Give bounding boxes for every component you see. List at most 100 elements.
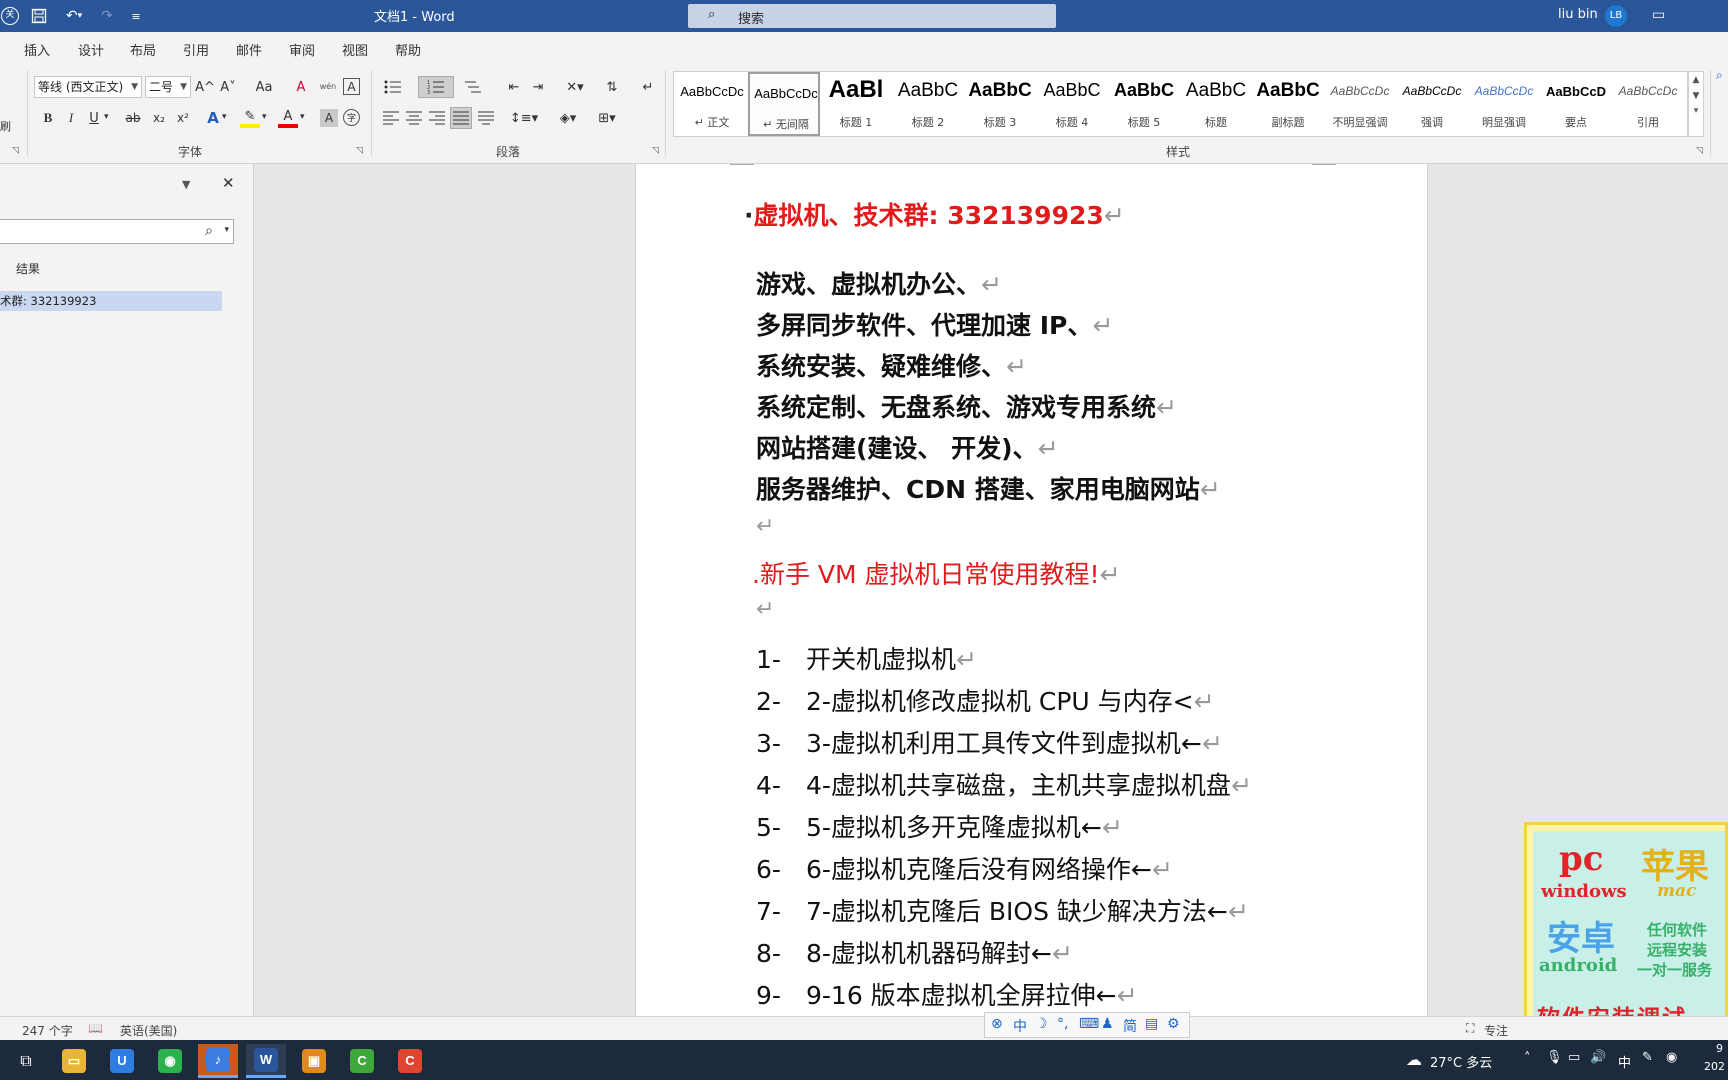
phonetic-guide-button[interactable]: wén	[318, 76, 338, 96]
focus-icon[interactable]: ⛶	[1466, 1021, 1474, 1036]
chevron-down-icon[interactable]: ▾	[300, 112, 305, 122]
redo-icon[interactable]: ↷	[96, 6, 118, 26]
clock-date[interactable]: 202	[1704, 1060, 1725, 1073]
style-heading-3[interactable]: AaBbC 标题 3	[964, 72, 1036, 136]
customize-toolbar-icon[interactable]: ≡	[128, 6, 144, 26]
camtasia-red-icon[interactable]: C	[390, 1044, 430, 1078]
style-emphasis[interactable]: AaBbCcDc 强调	[1396, 72, 1468, 136]
close-icon[interactable]: ✕	[222, 174, 235, 192]
clipboard-launcher-icon[interactable]: ◹	[12, 146, 19, 156]
tab-help[interactable]: 帮助	[395, 40, 421, 59]
task-view-icon[interactable]: ⧉	[6, 1044, 46, 1078]
app-icon[interactable]: U	[102, 1044, 142, 1078]
tab-results[interactable]: 结果	[16, 260, 40, 277]
ime-skin-icon[interactable]: ▤	[1145, 1016, 1158, 1032]
tab-mailings[interactable]: 邮件	[236, 40, 262, 59]
tab-design[interactable]: 设计	[78, 40, 104, 59]
paragraph-dialog-launcher-icon[interactable]: ◹	[652, 146, 659, 156]
notification-app-icon[interactable]: ♪	[198, 1044, 238, 1078]
focus-mode-label[interactable]: 专注	[1484, 1022, 1508, 1039]
sort-icon[interactable]: ⇅	[602, 77, 622, 97]
style-heading-4[interactable]: AaBbC 标题 4	[1036, 72, 1108, 136]
paragraph[interactable]: .新手 VM 虚拟机日常使用教程!↵	[752, 555, 1121, 591]
decrease-indent-icon[interactable]: ⇤	[504, 77, 524, 97]
avatar[interactable]: LB	[1605, 5, 1627, 27]
styles-dialog-launcher-icon[interactable]: ◹	[1696, 146, 1703, 156]
paragraph[interactable]: 多屏同步软件、代理加速 IP、↵	[756, 306, 1113, 342]
proofing-icon[interactable]: 📖	[88, 1021, 103, 1035]
file-explorer-icon[interactable]: ▭	[54, 1044, 94, 1078]
ime-halfwidth-icon[interactable]: ☽	[1035, 1016, 1048, 1032]
chevron-down-icon[interactable]: ▾	[224, 225, 229, 235]
style-intense-emphasis[interactable]: AaBbCcDc 明显强调	[1468, 72, 1540, 136]
increase-indent-icon[interactable]: ⇥	[528, 77, 548, 97]
paragraph[interactable]: 服务器维护、CDN 搭建、家用电脑网站↵	[756, 470, 1221, 506]
align-left-icon[interactable]	[381, 108, 401, 128]
editing-icon[interactable]: ⌕	[1716, 68, 1723, 83]
enclose-characters-button[interactable]: 字	[343, 109, 360, 126]
bold-button[interactable]: B	[40, 109, 56, 127]
tab-layout[interactable]: 布局	[130, 40, 156, 59]
grow-font-button[interactable]: A^	[195, 78, 215, 96]
chevron-down-icon[interactable]: ▾	[222, 112, 227, 122]
chevron-down-icon[interactable]: ▾	[104, 112, 109, 122]
list-item[interactable]: 1- 开关机虚拟机↵	[756, 640, 977, 676]
tab-view[interactable]: 视图	[342, 40, 368, 59]
styles-gallery-scroll[interactable]: ▲ ▼ ▾	[1688, 71, 1704, 137]
ime-keyboard-icon[interactable]: ⌨	[1079, 1016, 1099, 1032]
font-dialog-launcher-icon[interactable]: ◹	[356, 146, 363, 156]
document-heading[interactable]: ·虚拟机、技术群: 332139923↵	[744, 196, 1125, 232]
style-heading-5[interactable]: AaBbC 标题 5	[1108, 72, 1180, 136]
style-heading-2[interactable]: AaBbC 标题 2	[892, 72, 964, 136]
borders-icon[interactable]: ⊞▾	[590, 108, 624, 128]
tab-review[interactable]: 审阅	[289, 40, 315, 59]
character-border-button[interactable]: A	[343, 78, 360, 95]
style-no-spacing[interactable]: AaBbCcDc ↵ 无间隔	[748, 72, 820, 136]
word-count[interactable]: 247 个字	[22, 1022, 73, 1039]
font-name-select[interactable]: 等线 (西文正文) ▼	[34, 76, 142, 98]
style-quote[interactable]: AaBbCcDc 引用	[1612, 72, 1684, 136]
wechat-icon[interactable]: ◉	[150, 1044, 190, 1078]
text-effects-button[interactable]: A	[204, 108, 222, 128]
user-name[interactable]: liu bin	[1558, 7, 1598, 22]
list-item[interactable]: 7- 7-虚拟机克隆后 BIOS 缺少解决方法←↵	[756, 892, 1249, 928]
chevron-down-icon[interactable]: ▼	[182, 178, 190, 191]
microphone-icon[interactable]: 🎙	[1546, 1050, 1563, 1065]
more-styles-icon[interactable]: ▾	[1689, 106, 1703, 116]
justify-icon[interactable]	[450, 107, 472, 129]
line-spacing-icon[interactable]: ↕≡▾	[508, 108, 540, 128]
show-marks-icon[interactable]: ↵	[638, 77, 658, 97]
list-item[interactable]: 2- 2-虚拟机修改虚拟机 CPU 与内存<↵	[756, 682, 1215, 718]
font-color-button[interactable]: A	[278, 108, 298, 128]
change-case-button[interactable]: Aa	[250, 78, 278, 96]
list-item[interactable]: 3- 3-虚拟机利用工具传文件到虚拟机←↵	[756, 724, 1223, 760]
chevron-down-icon[interactable]: ▾	[262, 112, 267, 122]
save-icon[interactable]	[28, 6, 50, 26]
shading-icon[interactable]: ◈▾	[552, 108, 584, 128]
list-item[interactable]: 6- 6-虚拟机克隆后没有网络操作←↵	[756, 850, 1173, 886]
style-subtitle[interactable]: AaBbC 副标题	[1252, 72, 1324, 136]
subscript-button[interactable]: x₂	[150, 109, 168, 127]
chinese-layout-icon[interactable]: ✕▾	[560, 77, 590, 97]
paragraph[interactable]: 网站搭建(建设、 开发)、↵	[756, 429, 1059, 465]
ime-simplified[interactable]: 简	[1123, 1016, 1137, 1036]
paragraph[interactable]: 游戏、虚拟机办公、↵	[756, 265, 1002, 301]
style-heading-1[interactable]: AaBl 标题 1	[820, 72, 892, 136]
style-normal[interactable]: AaBbCcDc ↵ 正文	[676, 72, 748, 136]
paragraph[interactable]: 系统安装、疑难维修、↵	[756, 347, 1027, 383]
chevron-up-icon[interactable]: ˄	[1524, 1051, 1531, 1066]
multilevel-list-icon[interactable]	[460, 77, 486, 97]
pen-icon[interactable]: ✎	[1642, 1050, 1653, 1065]
nav-result-item[interactable]: 术群: 332139923	[0, 291, 222, 311]
list-item[interactable]: 8- 8-虚拟机机器码解封←↵	[756, 934, 1073, 970]
ribbon-display-options-icon[interactable]: ▭	[1652, 7, 1665, 23]
italic-button[interactable]: I	[63, 109, 79, 127]
style-strong[interactable]: AaBbCcD 要点	[1540, 72, 1612, 136]
superscript-button[interactable]: x²	[174, 109, 192, 127]
vmware-icon[interactable]: ▣	[294, 1044, 334, 1078]
tab-insert[interactable]: 插入	[24, 40, 50, 59]
nav-search-input[interactable]: ⌕ ▾	[0, 219, 234, 244]
align-right-icon[interactable]	[427, 108, 447, 128]
autosave-toggle[interactable]: 关	[0, 6, 20, 26]
ime-settings-icon[interactable]: ⚙	[1167, 1016, 1180, 1032]
